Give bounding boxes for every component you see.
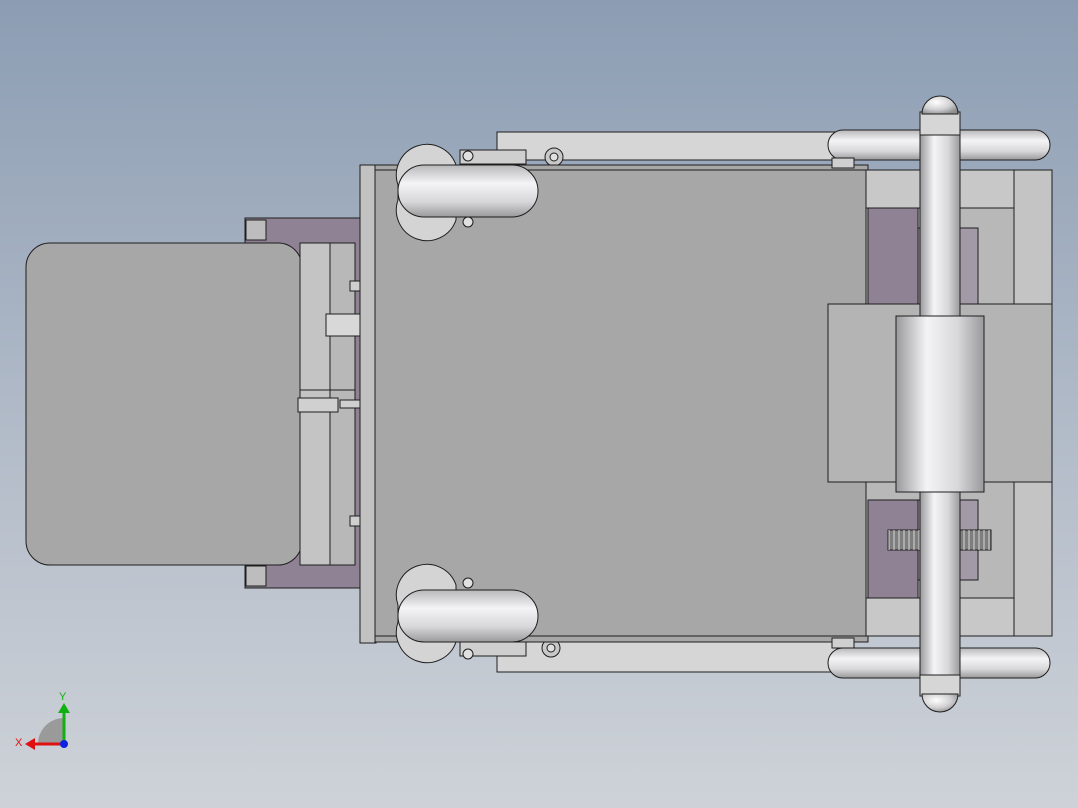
y-axis-label: Y (59, 691, 67, 703)
foot-plate[interactable] (25, 217, 379, 589)
graphics-viewport[interactable]: Y X (0, 0, 1078, 808)
handle-knob-bottom[interactable] (921, 693, 959, 713)
triad-plane (38, 718, 64, 744)
main-body[interactable] (374, 164, 869, 643)
z-axis-dot (60, 740, 68, 748)
x-axis-head (25, 738, 35, 750)
x-axis-label: X (15, 737, 23, 749)
y-axis-head (58, 703, 70, 713)
coordinate-triad: Y X (15, 691, 70, 750)
cad-model-view[interactable]: Y X (0, 0, 1078, 808)
handle-knob-top[interactable] (921, 95, 959, 115)
